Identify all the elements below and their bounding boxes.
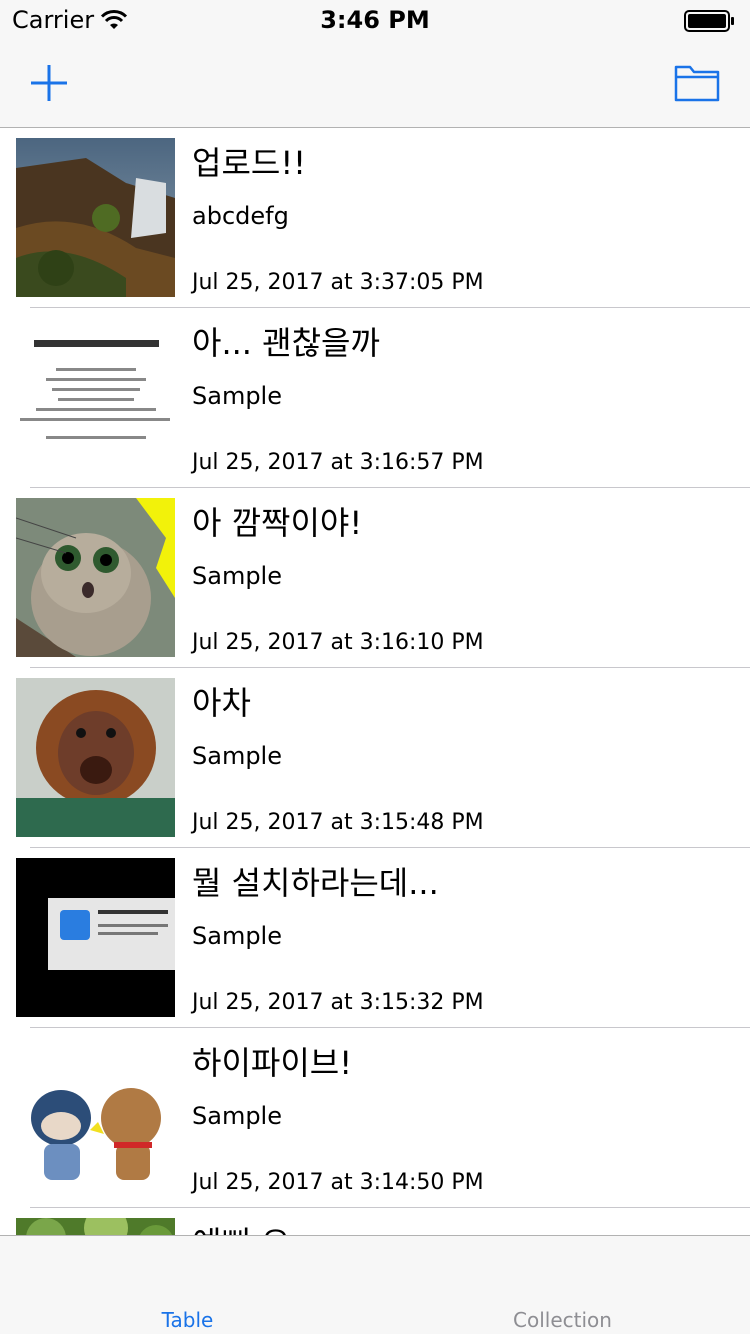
- add-button[interactable]: [28, 62, 70, 104]
- green-foliage-thumbnail: [16, 1218, 175, 1235]
- table-row[interactable]: 아 깜짝이야! Sample Jul 25, 2017 at 3:16:10 P…: [0, 488, 750, 668]
- install-dialog-thumbnail: [16, 858, 175, 1017]
- table-row[interactable]: 하이파이브! Sample Jul 25, 2017 at 3:14:50 PM: [0, 1028, 750, 1208]
- waterfall-thumbnail: [16, 138, 175, 297]
- row-date: Jul 25, 2017 at 3:37:05 PM: [192, 270, 484, 295]
- row-title: 아차: [192, 684, 251, 722]
- folder-button[interactable]: [674, 62, 720, 104]
- row-title: 업로드!!: [192, 144, 306, 182]
- row-subtitle: Sample: [192, 382, 282, 410]
- row-title: 뭘 설치하라는데...: [192, 864, 439, 902]
- folder-icon: [674, 65, 720, 102]
- surprised-cat-thumbnail: [16, 498, 175, 657]
- row-date: Jul 25, 2017 at 3:15:48 PM: [192, 810, 484, 835]
- row-date: Jul 25, 2017 at 3:14:50 PM: [192, 1170, 484, 1195]
- table-row[interactable]: 뭘 설치하라는데... Sample Jul 25, 2017 at 3:15:…: [0, 848, 750, 1028]
- row-title: 하이파이브!: [192, 1044, 353, 1082]
- row-title: 아 깜짝이야!: [192, 504, 363, 542]
- text-quote-thumbnail: [16, 318, 175, 477]
- row-date: Jul 25, 2017 at 3:16:10 PM: [192, 630, 484, 655]
- row-title: 예뻐 요: [192, 1218, 291, 1235]
- row-subtitle: Sample: [192, 1102, 282, 1130]
- tab-collection[interactable]: Collection: [375, 1308, 750, 1332]
- row-subtitle: abcdefg: [192, 202, 289, 230]
- row-title: 아... 괜찮을까: [192, 324, 380, 362]
- high-five-thumbnail: [16, 1038, 175, 1197]
- battery-icon: [684, 10, 736, 36]
- tab-table[interactable]: Table: [0, 1308, 375, 1332]
- table-row[interactable]: 아차 Sample Jul 25, 2017 at 3:15:48 PM: [0, 668, 750, 848]
- table-row[interactable]: 예뻐 요: [0, 1208, 750, 1235]
- row-subtitle: Sample: [192, 922, 282, 950]
- tab-bar: Table Collection: [0, 1235, 750, 1334]
- row-date: Jul 25, 2017 at 3:15:32 PM: [192, 990, 484, 1015]
- status-bar: Carrier 3:46 PM: [0, 0, 750, 40]
- status-time: 3:46 PM: [320, 6, 430, 34]
- orangutan-thumbnail: [16, 678, 175, 837]
- row-subtitle: Sample: [192, 562, 282, 590]
- row-subtitle: Sample: [192, 742, 282, 770]
- table-list[interactable]: 업로드!! abcdefg Jul 25, 2017 at 3:37:05 PM…: [0, 128, 750, 1235]
- row-date: Jul 25, 2017 at 3:16:57 PM: [192, 450, 484, 475]
- table-row[interactable]: 아... 괜찮을까 Sample Jul 25, 2017 at 3:16:57…: [0, 308, 750, 488]
- table-row[interactable]: 업로드!! abcdefg Jul 25, 2017 at 3:37:05 PM: [0, 128, 750, 308]
- plus-icon: [31, 65, 67, 101]
- navigation-bar: [0, 40, 750, 128]
